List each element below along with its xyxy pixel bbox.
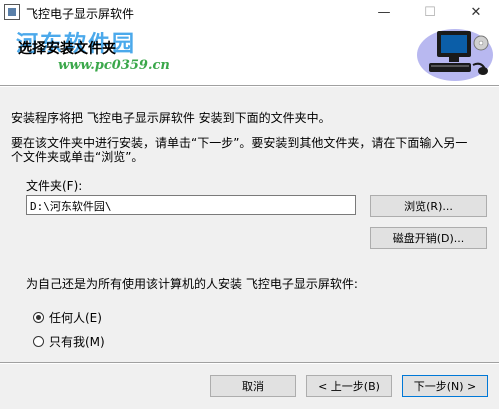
- radio-everyone-label: 任何人(E): [49, 311, 102, 325]
- folder-path-input[interactable]: D:\河东软件园\: [26, 195, 356, 215]
- watermark-url: www.pc0359.cn: [58, 58, 170, 73]
- browse-button[interactable]: 浏览(R)...: [370, 195, 487, 217]
- disk-cost-button[interactable]: 磁盘开销(D)...: [370, 227, 487, 249]
- minimize-button[interactable]: —: [361, 0, 407, 25]
- header-banner: 河东软件园 选择安装文件夹 www.pc0359.cn: [0, 25, 499, 85]
- computer-illustration-icon: [417, 29, 493, 81]
- instruction-text-line2: 个文件夹或单击“浏览”。: [11, 150, 144, 164]
- footer-divider: [0, 362, 499, 364]
- close-button[interactable]: ✕: [453, 0, 499, 25]
- radio-just-me-label: 只有我(M): [49, 335, 105, 349]
- page-title: 选择安装文件夹: [18, 41, 116, 57]
- window-title: 飞控电子显示屏软件: [26, 7, 135, 21]
- radio-just-me[interactable]: 只有我(M): [33, 333, 105, 350]
- maximize-button[interactable]: ☐: [407, 0, 453, 25]
- folder-label: 文件夹(F):: [26, 179, 83, 193]
- radio-everyone[interactable]: 任何人(E): [33, 309, 102, 326]
- intro-text: 安装程序将把 飞控电子显示屏软件 安装到下面的文件夹中。: [11, 111, 331, 125]
- header-divider: [0, 85, 499, 87]
- back-button[interactable]: < 上一步(B): [306, 375, 392, 397]
- radio-just-me-indicator[interactable]: [33, 336, 44, 347]
- next-button[interactable]: 下一步(N) >: [402, 375, 488, 397]
- cancel-button[interactable]: 取消: [210, 375, 296, 397]
- radio-everyone-indicator[interactable]: [33, 312, 44, 323]
- install-for-label: 为自己还是为所有使用该计算机的人安装 飞控电子显示屏软件:: [26, 277, 358, 291]
- title-bar: 飞控电子显示屏软件 — ☐ ✕: [0, 0, 499, 25]
- installer-app-icon: [4, 4, 20, 20]
